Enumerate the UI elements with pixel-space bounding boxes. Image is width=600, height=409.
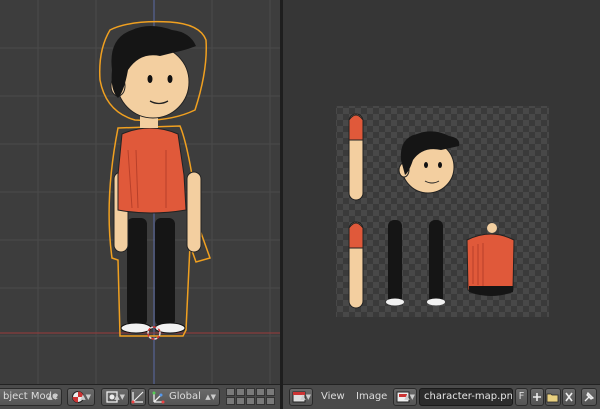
mode-selector[interactable]: bject Mode ▲▼ xyxy=(0,388,62,406)
transform-orientation-dropdown[interactable]: Global ▲▼ xyxy=(148,388,220,406)
image-editor-viewport[interactable] xyxy=(283,0,600,384)
manipulator-toggle[interactable] xyxy=(130,388,146,406)
layer-button[interactable] xyxy=(266,397,275,405)
pivot-point-button[interactable]: ▲▼ xyxy=(101,388,129,406)
transform-orientation-icon xyxy=(152,391,165,404)
blender-window: bject Mode ▲▼ ▲▼ ▲▼ Global ▲▼ ▲▼ View Im… xyxy=(0,0,600,409)
image-menu[interactable]: Image xyxy=(356,389,387,405)
layer-button[interactable] xyxy=(226,397,235,405)
new-image-button[interactable] xyxy=(530,388,544,406)
image-editor-canvas xyxy=(336,106,549,317)
3d-viewport[interactable] xyxy=(0,0,280,384)
image-name-field[interactable]: character-map.png xyxy=(419,388,513,406)
orientation-label: Global xyxy=(169,391,201,402)
3d-viewport-canvas xyxy=(0,0,280,384)
image-editor-header: ▲▼ View Image ▲▼ character-map.png F xyxy=(283,384,600,409)
layer-button[interactable] xyxy=(226,388,235,396)
chevron-updown-icon: ▲▼ xyxy=(300,393,311,401)
character-mesh[interactable] xyxy=(98,20,211,337)
chevron-updown-icon: ▲▼ xyxy=(80,393,91,401)
image-browse-button[interactable]: ▲▼ xyxy=(393,388,417,406)
new-image-icon xyxy=(533,393,541,401)
chevron-updown-icon: ▲▼ xyxy=(47,393,58,401)
right-arm xyxy=(186,171,202,253)
right-eye xyxy=(167,75,173,83)
layer-button[interactable] xyxy=(236,388,245,396)
right-leg xyxy=(155,218,175,326)
unlink-image-button[interactable] xyxy=(562,388,576,406)
layer-button[interactable] xyxy=(246,388,255,396)
view-menu[interactable]: View xyxy=(321,389,345,405)
layer-button[interactable] xyxy=(256,397,265,405)
left-eye xyxy=(147,75,153,83)
pin-icon xyxy=(584,391,595,402)
open-image-button[interactable] xyxy=(545,388,561,406)
viewport-shading-button[interactable]: ▲▼ xyxy=(67,388,95,406)
layer-button[interactable] xyxy=(236,397,245,405)
open-image-icon xyxy=(546,393,559,403)
chevron-updown-icon: ▲▼ xyxy=(205,393,216,401)
editor-type-button[interactable]: ▲▼ xyxy=(289,388,313,406)
layers-grid[interactable] xyxy=(226,388,276,406)
layer-button[interactable] xyxy=(256,388,265,396)
manipulator-icon xyxy=(131,391,144,404)
3d-view-header: bject Mode ▲▼ ▲▼ ▲▼ Global ▲▼ xyxy=(0,384,280,409)
fake-user-button[interactable]: F xyxy=(515,388,528,406)
left-shoe xyxy=(120,322,152,334)
chevron-updown-icon: ▲▼ xyxy=(114,393,125,401)
chevron-updown-icon: ▲▼ xyxy=(404,393,415,401)
left-leg xyxy=(127,218,147,326)
unlink-icon xyxy=(565,392,573,402)
shirt xyxy=(117,127,187,214)
layer-button[interactable] xyxy=(266,388,275,396)
layer-button[interactable] xyxy=(246,397,255,405)
pin-image-button[interactable] xyxy=(581,388,597,406)
